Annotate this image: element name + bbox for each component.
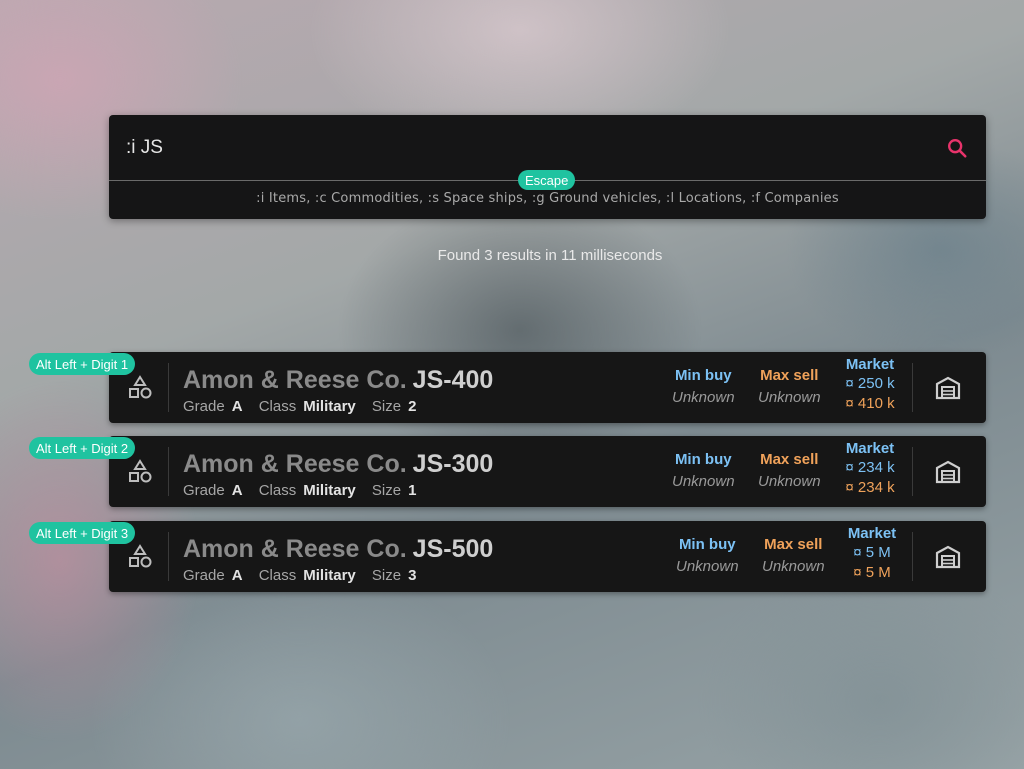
size-label: Size <box>371 567 402 584</box>
shapes-icon <box>129 459 152 483</box>
divider <box>168 447 169 496</box>
divider <box>912 532 913 581</box>
min-buy-label: Min buy <box>674 367 732 384</box>
size-value: 2 <box>408 398 417 415</box>
size-value: 1 <box>408 482 417 499</box>
results-summary: Found 3 results in 11 milliseconds <box>437 247 663 264</box>
max-sell-label: Max sell <box>760 451 819 468</box>
min-buy-label: Min buy <box>674 451 732 468</box>
item-title: Amon & Reese Co. JS-300 <box>183 450 493 479</box>
min-buy-value: Unknown <box>672 389 735 406</box>
min-buy-column: Min buy Unknown <box>672 451 735 490</box>
market-buy-price: ¤ 234 k <box>845 459 895 476</box>
result-row[interactable]: Amon & Reese Co. JS-400 Grade A Class Milit… <box>109 352 986 423</box>
warehouse-icon[interactable] <box>935 459 961 485</box>
min-buy-column: Min buy Unknown <box>676 536 739 575</box>
item-maker: Amon & Reese Co. <box>183 450 407 478</box>
market-sell-price: ¤ 5 M <box>853 564 891 581</box>
market-column: Market ¤ 234 k ¤ 234 k <box>842 440 898 496</box>
class-label: Class <box>258 398 297 415</box>
divider <box>168 363 169 412</box>
class-label: Class <box>258 567 297 584</box>
item-maker: Amon & Reese Co. <box>183 366 407 394</box>
grade-value: A <box>231 567 243 584</box>
min-buy-value: Unknown <box>676 558 739 575</box>
divider <box>912 447 913 496</box>
grade-value: A <box>231 398 243 415</box>
market-sell-price: ¤ 234 k <box>845 479 895 496</box>
market-label: Market <box>845 356 895 373</box>
item-attributes: Grade A Class Military Size 3 <box>183 567 428 584</box>
size-label: Size <box>371 482 402 499</box>
market-sell-price: ¤ 410 k <box>845 395 895 412</box>
market-buy-price: ¤ 5 M <box>853 544 891 561</box>
min-buy-value: Unknown <box>672 473 735 490</box>
search-icon[interactable] <box>946 137 968 159</box>
class-value: Military <box>303 482 356 499</box>
max-sell-label: Max sell <box>760 367 819 384</box>
max-sell-value: Unknown <box>758 389 821 406</box>
class-value: Military <box>303 398 356 415</box>
item-attributes: Grade A Class Military Size 1 <box>183 482 428 499</box>
item-model: JS-500 <box>412 535 494 563</box>
divider <box>168 532 169 581</box>
max-sell-label: Max sell <box>764 536 823 553</box>
min-buy-column: Min buy Unknown <box>672 367 735 406</box>
market-column: Market ¤ 250 k ¤ 410 k <box>842 356 898 412</box>
grade-label: Grade <box>183 482 225 499</box>
max-sell-value: Unknown <box>762 558 825 575</box>
search-hint: :i Items, :c Commodities, :s Space ships… <box>256 191 839 206</box>
result-row[interactable]: Amon & Reese Co. JS-500 Grade A Class Milit… <box>109 521 986 592</box>
shapes-icon <box>129 375 152 399</box>
max-sell-value: Unknown <box>758 473 821 490</box>
item-model: JS-300 <box>412 450 494 478</box>
search-input[interactable] <box>124 135 908 160</box>
shortcut-badge: Alt Left + Digit 1 <box>29 353 136 375</box>
divider <box>912 363 913 412</box>
item-maker: Amon & Reese Co. <box>183 535 407 563</box>
class-label: Class <box>258 482 297 499</box>
max-sell-column: Max sell Unknown <box>762 536 825 575</box>
grade-label: Grade <box>183 398 225 415</box>
grade-value: A <box>231 482 243 499</box>
min-buy-label: Min buy <box>678 536 736 553</box>
item-attributes: Grade A Class Military Size 2 <box>183 398 428 415</box>
result-row[interactable]: Amon & Reese Co. JS-300 Grade A Class Milit… <box>109 436 986 507</box>
warehouse-icon[interactable] <box>935 544 961 570</box>
market-label: Market <box>845 440 895 457</box>
warehouse-icon[interactable] <box>935 375 961 401</box>
grade-label: Grade <box>183 567 225 584</box>
size-label: Size <box>371 398 402 415</box>
size-value: 3 <box>408 567 417 584</box>
shortcut-badge: Alt Left + Digit 3 <box>29 522 136 544</box>
shapes-icon <box>129 544 152 568</box>
item-title: Amon & Reese Co. JS-500 <box>183 535 493 564</box>
market-label: Market <box>847 525 897 542</box>
search-panel: :i Items, :c Commodities, :s Space ships… <box>109 115 986 219</box>
shortcut-badge: Alt Left + Digit 2 <box>29 437 136 459</box>
market-column: Market ¤ 5 M ¤ 5 M <box>844 525 900 581</box>
item-model: JS-400 <box>412 366 494 394</box>
escape-badge[interactable]: Escape <box>518 170 576 190</box>
class-value: Military <box>303 567 356 584</box>
market-buy-price: ¤ 250 k <box>845 375 895 392</box>
max-sell-column: Max sell Unknown <box>758 367 821 406</box>
max-sell-column: Max sell Unknown <box>758 451 821 490</box>
item-title: Amon & Reese Co. JS-400 <box>183 366 493 395</box>
